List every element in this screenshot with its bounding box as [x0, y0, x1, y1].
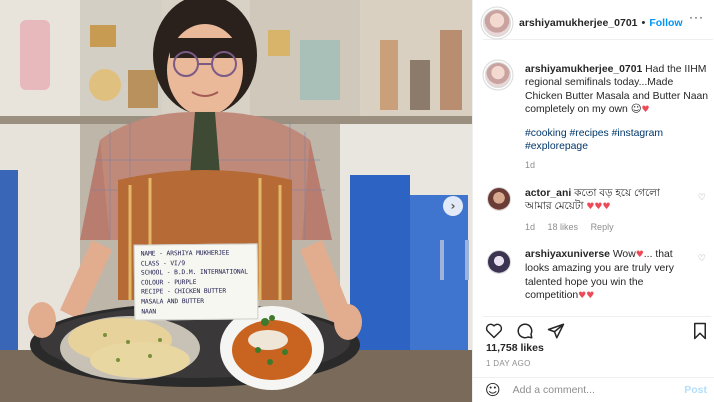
comment: arshiyaxuniverse Wow♥... that looks amaz…: [525, 248, 685, 304]
action-bar: [483, 316, 711, 341]
comment-text: Wow: [612, 249, 636, 260]
comment-bubble-icon[interactable]: [514, 321, 536, 341]
comment-username[interactable]: actor_ani: [525, 188, 571, 199]
heart-emoji-icon: ♥: [635, 250, 644, 260]
like-count[interactable]: 11,758 likes: [486, 342, 544, 354]
bookmark-icon[interactable]: [689, 321, 711, 341]
comment-username[interactable]: arshiyaxuniverse: [525, 249, 610, 260]
add-comment-row: ☺ Add a comment... Post: [473, 377, 714, 402]
comment-input[interactable]: Add a comment...: [513, 384, 595, 396]
commenter-avatar[interactable]: [487, 250, 511, 274]
like-comment-icon[interactable]: ♡: [698, 254, 706, 264]
comment-likes[interactable]: 18 likes: [548, 222, 579, 232]
commenter-avatar[interactable]: [487, 187, 511, 211]
follow-button[interactable]: Follow: [649, 17, 682, 29]
post-time: 1 DAY AGO: [486, 359, 531, 368]
caption-age: 1d: [525, 160, 536, 170]
like-heart-icon[interactable]: [483, 321, 505, 341]
card-line: SCHOOL - B.D.M. INTERNATIONAL: [140, 268, 248, 277]
heart-emoji-icon: ♥: [641, 105, 650, 116]
separator-dot: •: [641, 16, 646, 29]
photo-illustration: [0, 0, 472, 402]
smile-emoji-icon: ☺: [630, 103, 642, 116]
comment-meta: 1d 18 likes Reply: [525, 222, 624, 232]
share-paper-plane-icon[interactable]: [545, 321, 567, 341]
comment-age: 1d: [525, 222, 536, 232]
caption-username[interactable]: arshiyamukherjee_0701: [525, 64, 642, 75]
author-username[interactable]: arshiyamukherjee_0701: [519, 17, 638, 29]
author-avatar[interactable]: [483, 8, 511, 37]
post-sidebar: arshiyamukherjee_0701 • Follow arshiyamu…: [472, 0, 714, 402]
post-comment-button[interactable]: Post: [684, 384, 707, 396]
like-comment-icon[interactable]: ♡: [698, 193, 706, 203]
post-header: arshiyamukherjee_0701 • Follow: [483, 6, 713, 40]
comment: actor_ani কতো বড় হয়ে গেলো আমার মেয়েটা…: [525, 187, 685, 215]
card-line: NAAN: [141, 307, 157, 316]
next-image-button[interactable]: ›: [443, 196, 463, 216]
caption-avatar[interactable]: [485, 62, 511, 88]
heart-emoji-icon: ♥♥: [578, 291, 595, 302]
heart-emoji-icon: ♥♥♥: [586, 202, 611, 213]
chevron-right-icon: ›: [450, 199, 456, 213]
post-photo[interactable]: NAME - ARSHIYA MUKHERJEE CLASS - VI/9 SC…: [0, 0, 472, 402]
emoji-picker-icon[interactable]: ☺: [485, 381, 501, 399]
name-card: NAME - ARSHIYA MUKHERJEE CLASS - VI/9 SC…: [133, 243, 259, 321]
more-options-icon[interactable]: ···: [689, 10, 704, 24]
instagram-post: NAME - ARSHIYA MUKHERJEE CLASS - VI/9 SC…: [0, 0, 714, 402]
reply-button[interactable]: Reply: [591, 222, 614, 232]
caption: arshiyamukherjee_0701 Had the IIHM regio…: [525, 63, 711, 153]
caption-hashtags[interactable]: #cooking #recipes #instagram #explorepag…: [525, 128, 663, 152]
